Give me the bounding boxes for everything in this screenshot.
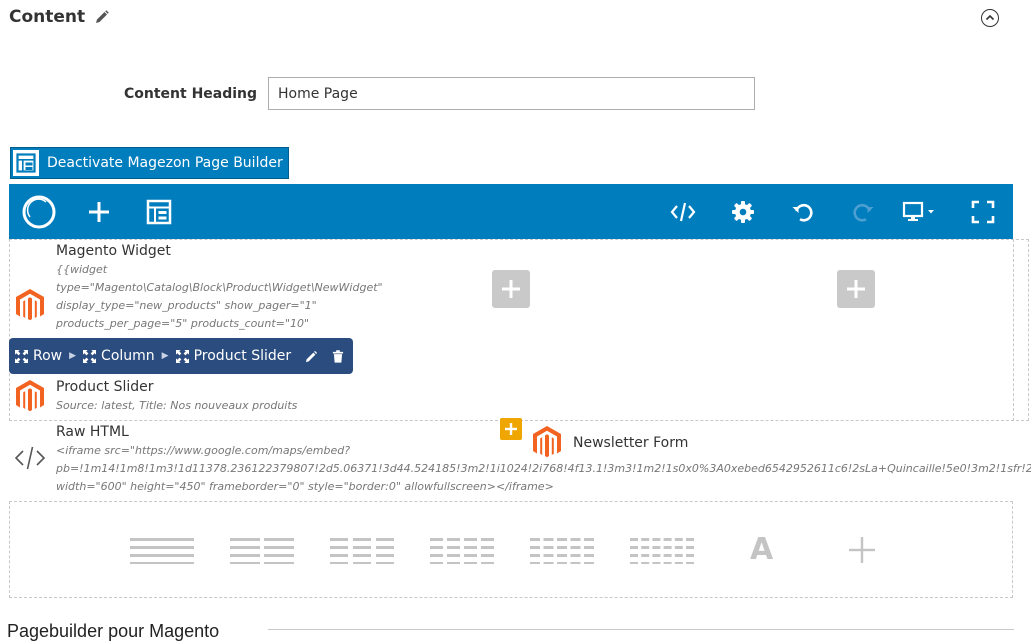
add-element-here-button[interactable] bbox=[500, 418, 522, 440]
breadcrumb-separator-icon: ▶ bbox=[161, 351, 169, 361]
footer-divider bbox=[268, 629, 1014, 630]
breadcrumb-row[interactable]: Row bbox=[15, 348, 62, 364]
product-slider-desc: Source: latest, Title: Nos nouveaux prod… bbox=[56, 399, 298, 412]
layout-2-columns-icon[interactable] bbox=[230, 538, 294, 569]
breadcrumb-column-label: Column bbox=[101, 348, 155, 364]
layout-5-columns-icon[interactable] bbox=[530, 538, 594, 569]
breadcrumb-separator-icon: ▶ bbox=[69, 351, 77, 361]
raw-html-title: Raw HTML bbox=[56, 424, 129, 440]
magento-widget-desc-line: display_type="new_products" show_pager="… bbox=[56, 299, 317, 312]
move-icon bbox=[83, 349, 97, 363]
product-slider-title: Product Slider bbox=[56, 379, 154, 395]
layout-3-columns-icon[interactable] bbox=[330, 538, 394, 569]
raw-html-desc-line: width="600" height="450" frameborder="0"… bbox=[56, 480, 554, 493]
edit-title-icon[interactable] bbox=[94, 9, 110, 25]
section-title: Content bbox=[9, 7, 86, 27]
magento-widget-desc-line: products_per_page="5" products_count="10… bbox=[56, 317, 310, 330]
move-icon bbox=[175, 349, 189, 363]
redo-icon[interactable] bbox=[843, 184, 883, 239]
add-element-icon[interactable] bbox=[79, 184, 119, 239]
desktop-device-icon[interactable] bbox=[895, 184, 945, 239]
settings-icon[interactable] bbox=[723, 184, 763, 239]
breadcrumb-element-label: Product Slider bbox=[193, 348, 292, 364]
magento-widget-desc-line: {{widget bbox=[56, 263, 108, 276]
deactivate-pagebuilder-button[interactable]: Deactivate Magezon Page Builder bbox=[10, 147, 289, 179]
fullscreen-icon[interactable] bbox=[963, 184, 1003, 239]
row-edge bbox=[1013, 239, 1029, 421]
deactivate-label: Deactivate Magezon Page Builder bbox=[47, 155, 283, 171]
undo-icon[interactable] bbox=[783, 184, 823, 239]
newsletter-title: Newsletter Form bbox=[573, 435, 689, 451]
column-add-button[interactable] bbox=[492, 270, 530, 308]
content-heading-input[interactable] bbox=[268, 77, 755, 110]
text-element-icon[interactable]: A bbox=[750, 532, 773, 567]
magento-widget-icon bbox=[15, 288, 45, 327]
magento-widget-desc-line: type="Magento\Catalog\Block\Product\Widg… bbox=[56, 281, 383, 294]
layout-6-columns-icon[interactable] bbox=[630, 538, 694, 569]
delete-element-icon[interactable] bbox=[332, 349, 344, 363]
magento-widget-title: Magento Widget bbox=[56, 243, 171, 259]
column-add-button[interactable] bbox=[837, 270, 875, 308]
product-slider-icon bbox=[15, 379, 45, 418]
breadcrumb-element[interactable]: Product Slider bbox=[175, 348, 292, 364]
templates-icon[interactable] bbox=[139, 184, 179, 239]
breadcrumb-row-label: Row bbox=[33, 348, 63, 364]
element-breadcrumb-bar: Row ▶ Column ▶ Product Slider bbox=[9, 338, 353, 374]
magezon-logo-icon[interactable] bbox=[19, 184, 59, 239]
layout-4-columns-icon[interactable] bbox=[430, 538, 494, 569]
move-icon bbox=[15, 349, 28, 363]
layout-picker: A bbox=[9, 501, 1013, 598]
code-icon[interactable] bbox=[663, 184, 703, 239]
add-layout-icon[interactable] bbox=[848, 536, 876, 569]
raw-html-icon bbox=[14, 444, 46, 477]
pagebuilder-icon bbox=[13, 150, 39, 176]
breadcrumb-column[interactable]: Column bbox=[83, 348, 155, 364]
builder-toolbar bbox=[9, 184, 1013, 239]
layout-1-column-icon[interactable] bbox=[130, 538, 194, 569]
edit-element-icon[interactable] bbox=[305, 350, 318, 363]
content-heading-label: Content Heading bbox=[124, 86, 258, 102]
footer-heading: Pagebuilder pour Magento bbox=[7, 621, 220, 641]
collapse-section-icon[interactable] bbox=[981, 9, 999, 27]
newsletter-icon bbox=[532, 425, 562, 464]
